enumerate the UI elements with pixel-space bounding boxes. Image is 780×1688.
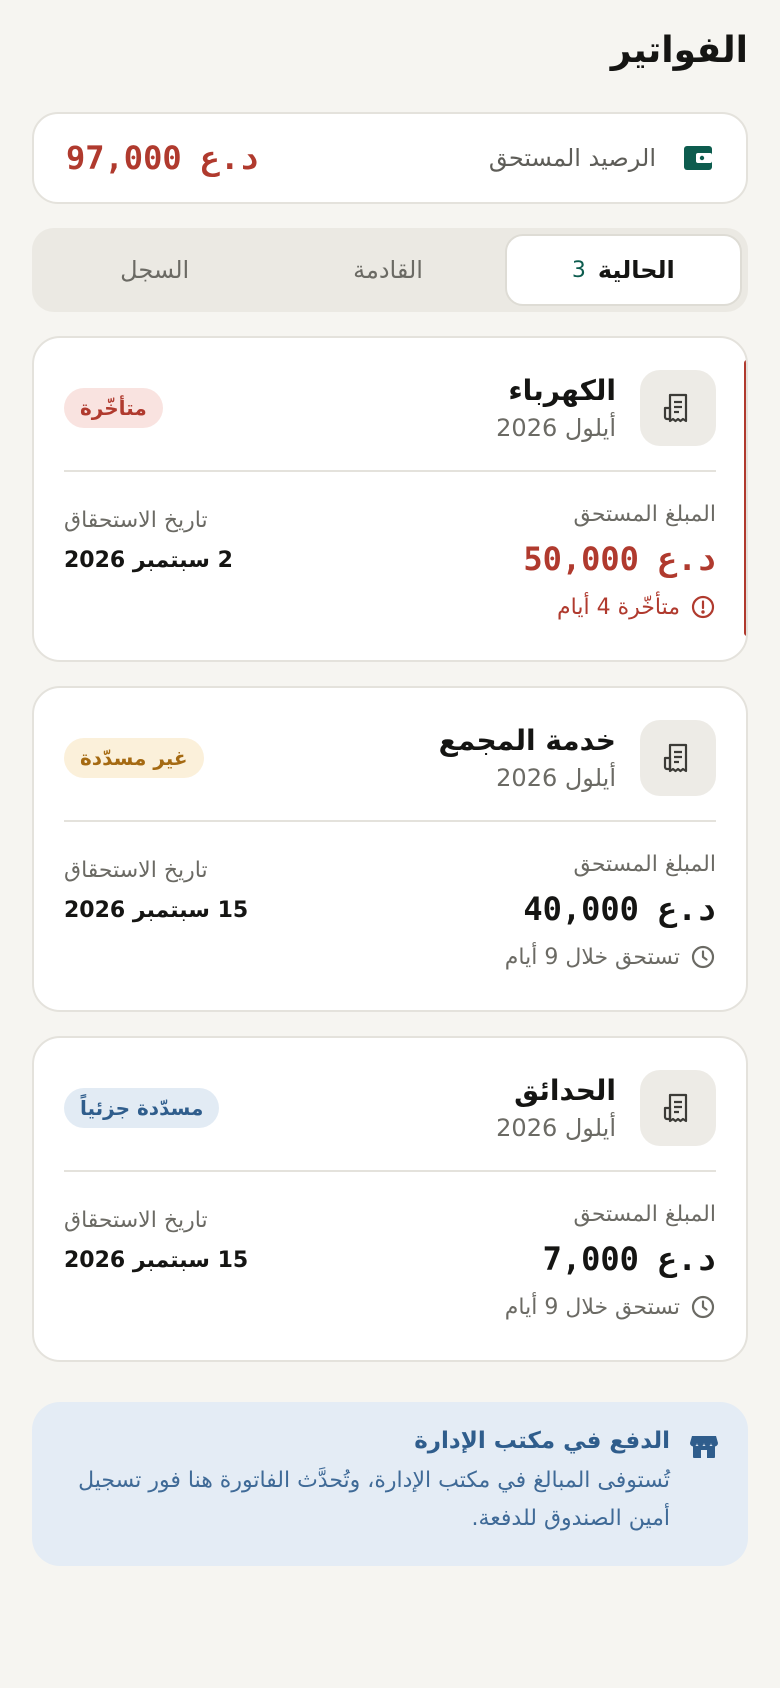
tab-current-count: 3 — [571, 257, 586, 283]
status-badge: مسدّدة جزئياً — [64, 1088, 220, 1128]
amount-label: المبلغ المستحق — [573, 852, 716, 877]
bill-note-text: تستحق خلال 9 أيام — [504, 944, 680, 970]
balance-amount: د.ع 97,000 — [66, 139, 259, 177]
wallet-icon — [684, 146, 712, 170]
due-label: تاريخ الاستحقاق — [64, 858, 208, 883]
status-badge: غير مسدّدة — [64, 738, 204, 778]
bill-name: الكهرباء — [508, 374, 616, 407]
bill-period: أيلول 2026 — [496, 1114, 616, 1142]
bill-icon-box — [640, 370, 716, 446]
due-label: تاريخ الاستحقاق — [64, 1208, 208, 1233]
bill-note: تستحق خلال 9 أيام — [505, 944, 716, 970]
due-date: 15 سبتمبر 2026 — [64, 898, 249, 923]
due-date: 2 سبتمبر 2026 — [64, 548, 233, 573]
tab-current[interactable]: الحالية 3 — [504, 234, 742, 306]
payment-info-box: الدفع في مكتب الإدارة تُستوفى المبالغ في… — [32, 1402, 748, 1566]
clock-icon — [691, 1295, 715, 1319]
due-label: تاريخ الاستحقاق — [64, 508, 208, 533]
amount-label: المبلغ المستحق — [573, 1202, 716, 1227]
amount-value: د.ع 40,000 — [523, 890, 716, 928]
bill-period: أيلول 2026 — [496, 764, 616, 792]
bill-card-compound-service[interactable]: خدمة المجمع أيلول 2026 غير مسدّدة المبلغ… — [32, 686, 748, 1012]
bill-note: تستحق خلال 9 أيام — [505, 1294, 716, 1320]
bill-name: الحدائق — [514, 1074, 616, 1107]
balance-label: الرصيد المستحق — [488, 144, 656, 172]
bill-note-text: تستحق خلال 9 أيام — [504, 1294, 680, 1320]
bill-icon-box — [640, 720, 716, 796]
tab-upcoming-label: القادمة — [353, 256, 423, 284]
receipt-icon — [663, 393, 688, 423]
tab-current-label: الحالية — [597, 256, 675, 284]
amount-value: د.ع 50,000 — [523, 540, 716, 578]
bill-tabs: الحالية 3 القادمة السجل — [32, 228, 748, 312]
bill-card-electricity[interactable]: الكهرباء أيلول 2026 متأخّرة المبلغ المست… — [32, 336, 748, 662]
tab-history[interactable]: السجل — [38, 234, 271, 306]
tab-upcoming[interactable]: القادمة — [271, 234, 504, 306]
divider — [64, 1170, 716, 1172]
divider — [64, 820, 716, 822]
clock-icon — [691, 945, 715, 969]
bill-period: أيلول 2026 — [496, 414, 616, 442]
amount-label: المبلغ المستحق — [573, 502, 716, 527]
alert-circle-icon — [691, 595, 715, 619]
info-body: تُستوفى المبالغ في مكتب الإدارة، وتُحدَّ… — [78, 1468, 670, 1531]
status-badge: متأخّرة — [64, 388, 163, 428]
tab-history-label: السجل — [120, 256, 190, 284]
bill-icon-box — [640, 1070, 716, 1146]
receipt-icon — [663, 743, 688, 773]
receipt-icon — [663, 1093, 688, 1123]
storefront-icon — [690, 1436, 718, 1458]
bill-note: متأخّرة 4 أيام — [557, 594, 716, 620]
due-date: 15 سبتمبر 2026 — [64, 1248, 249, 1273]
bills-screen: الفواتير الرصيد المستحق د.ع 97,000 الحال… — [0, 0, 780, 1688]
bill-name: خدمة المجمع — [438, 724, 616, 757]
page-title: الفواتير — [610, 30, 748, 71]
balance-card: الرصيد المستحق د.ع 97,000 — [32, 112, 748, 204]
divider — [64, 470, 716, 472]
bill-card-gardens[interactable]: الحدائق أيلول 2026 مسدّدة جزئياً المبلغ … — [32, 1036, 748, 1362]
amount-value: د.ع 7,000 — [542, 1240, 716, 1278]
bill-note-text: متأخّرة 4 أيام — [557, 594, 680, 620]
info-title: الدفع في مكتب الإدارة — [414, 1428, 670, 1454]
